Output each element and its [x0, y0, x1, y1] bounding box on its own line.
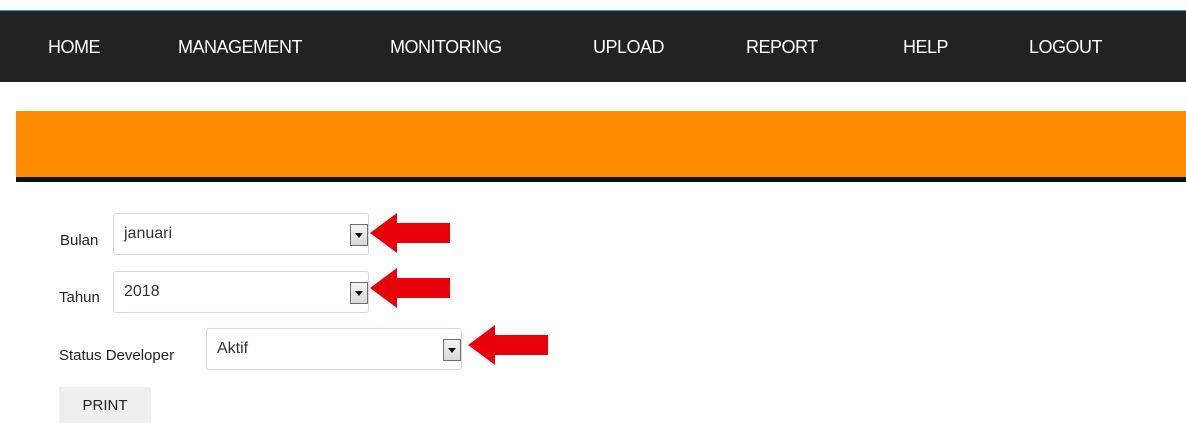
nav-item-logout[interactable]: LOGOUT [1029, 37, 1103, 58]
top-navbar: HOME MANAGEMENT MONITORING UPLOAD REPORT… [0, 10, 1186, 82]
red-arrow-icon [370, 213, 450, 253]
tahun-select-value: 2018 [124, 283, 160, 300]
nav-item-report[interactable]: REPORT [746, 37, 818, 58]
print-button[interactable]: PRINT [59, 387, 151, 423]
tahun-label: Tahun [59, 289, 100, 306]
nav-item-help[interactable]: HELP [903, 37, 949, 58]
nav-item-upload[interactable]: UPLOAD [593, 37, 665, 58]
red-arrow-icon [468, 325, 548, 365]
nav-item-monitoring[interactable]: MONITORING [390, 37, 502, 58]
status-developer-select[interactable]: Aktif [206, 328, 462, 370]
tahun-select[interactable]: 2018 [113, 271, 369, 313]
nav-item-home[interactable]: HOME [48, 37, 101, 58]
red-arrow-icon [370, 268, 450, 308]
banner-divider [16, 177, 1186, 182]
page-banner [16, 111, 1186, 177]
nav-item-management[interactable]: MANAGEMENT [178, 37, 303, 58]
bulan-select[interactable]: januari [113, 213, 369, 255]
dropdown-arrow-icon[interactable] [350, 224, 368, 246]
dropdown-arrow-icon[interactable] [443, 339, 461, 361]
bulan-label: Bulan [60, 232, 99, 249]
bulan-select-value: januari [124, 225, 173, 242]
dropdown-arrow-icon[interactable] [350, 282, 368, 304]
status-developer-select-value: Aktif [217, 340, 249, 357]
status-developer-label: Status Developer [59, 347, 175, 364]
